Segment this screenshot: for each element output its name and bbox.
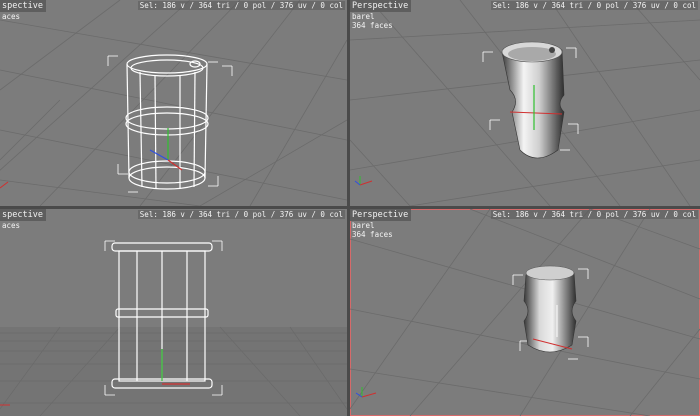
viewport-scene: [350, 0, 700, 206]
faces-count: aces: [2, 221, 21, 230]
faces-count: 364 faces: [352, 21, 393, 30]
viewport-stats: Sel: 186 v / 364 tri / 0 pol / 376 uv / …: [137, 1, 345, 10]
viewport-top-right[interactable]: Perspective Sel: 186 v / 364 tri / 0 pol…: [350, 0, 700, 206]
viewport-object-info: barel 364 faces: [352, 12, 393, 30]
object-name: barel: [352, 12, 375, 21]
viewport-object-info: aces: [2, 12, 20, 21]
viewport-scene: [0, 240, 347, 416]
faces-count: aces: [2, 12, 21, 21]
viewport-label[interactable]: spective: [0, 0, 46, 12]
viewport-label[interactable]: Perspective: [350, 0, 412, 12]
viewport-scene: [0, 0, 347, 206]
viewport-top-left[interactable]: spective Sel: 186 v / 364 tri / 0 pol / …: [0, 0, 347, 206]
viewport-bottom-left[interactable]: spective Sel: 186 v / 364 tri / 0 pol / …: [0, 209, 347, 416]
viewport-scene: [350, 209, 700, 416]
viewport-label[interactable]: Perspective: [350, 209, 412, 221]
viewport-label[interactable]: spective: [0, 209, 46, 221]
viewport-stats: Sel: 186 v / 364 tri / 0 pol / 376 uv / …: [490, 1, 698, 10]
viewport-bottom-right[interactable]: Perspective Sel: 186 v / 364 tri / 0 pol…: [350, 209, 700, 416]
viewport-object-info: barel 364 faces: [352, 221, 393, 239]
viewport-stats: Sel: 186 v / 364 tri / 0 pol / 376 uv / …: [490, 210, 698, 219]
viewport-object-info: aces: [2, 221, 20, 230]
object-name: barel: [352, 221, 375, 230]
viewport-stats: Sel: 186 v / 364 tri / 0 pol / 376 uv / …: [137, 210, 345, 219]
faces-count: 364 faces: [352, 230, 393, 239]
